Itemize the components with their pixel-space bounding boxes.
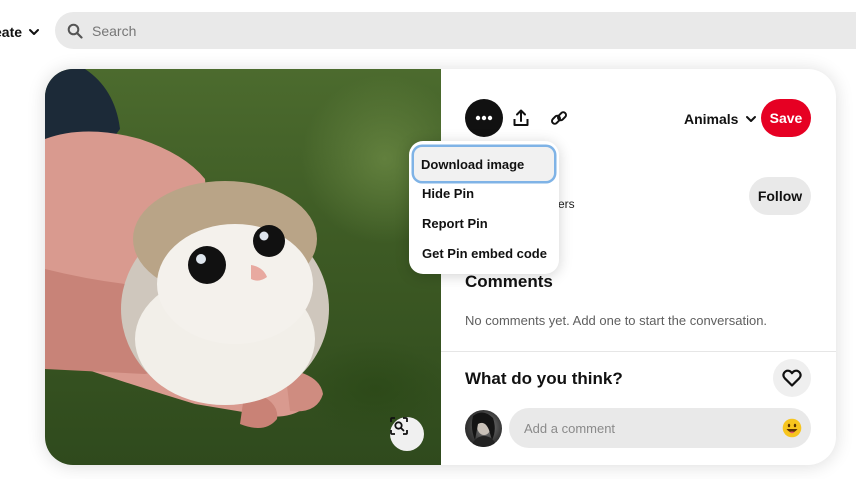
chevron-down-icon [29,29,40,35]
visual-search-icon [390,417,408,435]
avatar[interactable] [465,410,502,447]
search-icon [67,23,83,39]
create-label: eate [0,24,23,40]
comment-prompt-heading: What do you think? [465,369,623,388]
link-icon [551,111,567,125]
more-options-menu: Download image Hide Pin Report Pin Get P… [409,141,559,274]
emoji-icon [782,418,802,438]
menu-item-hide-pin[interactable]: Hide Pin [415,178,553,208]
pin-image[interactable] [45,69,441,465]
heart-icon [782,369,802,387]
comments-heading: Comments [465,272,553,291]
more-options-button[interactable] [465,99,503,137]
no-comments-text: No comments yet. Add one to start the co… [465,313,768,328]
emoji-button[interactable] [781,417,803,439]
user-avatar-image [471,412,497,447]
board-select-label: Animals [684,111,739,127]
search-bar[interactable] [55,12,856,49]
follow-button[interactable]: Follow [749,177,811,215]
comment-input-box[interactable] [509,408,811,448]
save-button[interactable]: Save [761,99,811,137]
board-select[interactable]: Animals [684,109,757,129]
create-menu[interactable]: eate [0,22,40,42]
ellipsis-icon [475,115,493,121]
copy-link-button[interactable] [540,99,578,137]
visual-search-button[interactable] [390,417,424,451]
chevron-down-icon [746,116,757,122]
comment-input[interactable] [522,419,766,437]
menu-item-download-image[interactable]: Download image [414,147,554,181]
share-upload-icon [513,109,529,126]
owl-photo [45,69,329,428]
share-button[interactable] [502,99,540,137]
menu-item-report-pin[interactable]: Report Pin [415,208,553,238]
search-input[interactable] [90,21,794,40]
follower-count-partial: ers [558,197,575,211]
react-heart-button[interactable] [773,359,811,397]
divider [441,351,836,352]
menu-item-get-embed-code[interactable]: Get Pin embed code [415,238,553,268]
